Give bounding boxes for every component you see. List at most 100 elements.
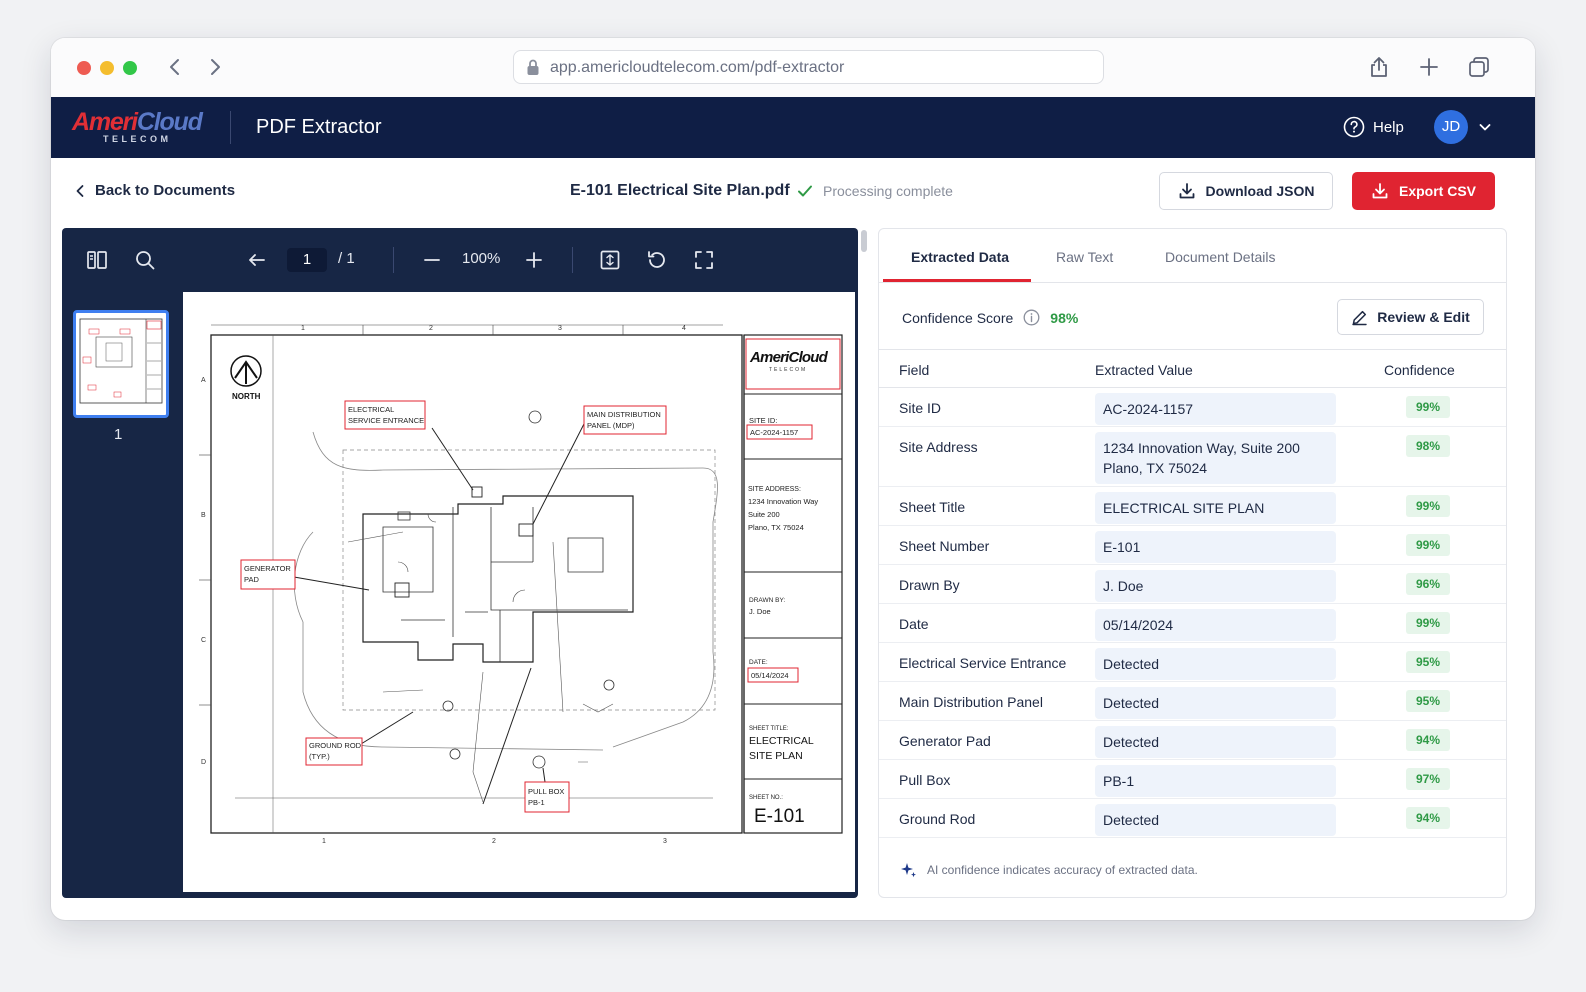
panel-tabs: Extracted Data Raw Text Document Details [879, 229, 1506, 283]
chevron-down-icon[interactable] [1478, 120, 1492, 134]
search-icon[interactable] [133, 248, 157, 272]
fit-page-icon[interactable] [598, 248, 622, 272]
table-row[interactable]: Site Address 1234 Innovation Way, Suite … [879, 427, 1506, 487]
titleblock-logo-cloud: Cloud [789, 349, 829, 366]
zoom-in-icon[interactable] [522, 248, 546, 272]
previous-page-icon[interactable] [245, 248, 269, 272]
page-total: / 1 [338, 250, 355, 267]
user-avatar[interactable]: JD [1434, 110, 1468, 144]
table-row[interactable]: Date 05/14/2024 99% [879, 604, 1506, 643]
field-name: Drawn By [899, 577, 960, 593]
help-icon [1343, 116, 1365, 138]
extracted-value[interactable]: PB-1 [1095, 765, 1336, 797]
lock-icon [527, 59, 539, 75]
page-number-input[interactable]: 1 [287, 248, 327, 272]
confidence-badge: 98% [1406, 435, 1450, 457]
callout-pull-box: PULL BOX [528, 787, 564, 796]
extracted-value[interactable]: E-101 [1095, 531, 1336, 563]
confidence-badge: 94% [1406, 729, 1450, 751]
extracted-value[interactable]: 05/14/2024 [1095, 609, 1336, 641]
logo-text-cloud: Cloud [136, 108, 203, 136]
table-row[interactable]: Main Distribution Panel Detected 95% [879, 682, 1506, 721]
extracted-value[interactable]: AC-2024-1157 [1095, 393, 1336, 425]
review-edit-button[interactable]: Review & Edit [1337, 299, 1484, 335]
pencil-icon [1352, 310, 1367, 325]
titleblock-logo-sub: TELECOM [769, 367, 807, 373]
zoom-out-icon[interactable] [420, 248, 444, 272]
titleblock-sheet-title: SITE PLAN [749, 750, 803, 762]
check-icon [798, 185, 812, 197]
page-thumbnail[interactable] [73, 310, 169, 418]
maximize-window-button[interactable] [123, 61, 137, 75]
titleblock-sheet-title-label: SHEET TITLE: [749, 726, 789, 732]
sidebar-toggle-icon[interactable] [85, 248, 109, 272]
confidence-badge: 99% [1406, 612, 1450, 634]
export-csv-button[interactable]: Export CSV [1352, 172, 1495, 210]
callout-generator-pad: PAD [244, 575, 259, 584]
zoom-level[interactable]: 100% [462, 250, 500, 267]
titleblock-sheet-no-label: SHEET NO.: [749, 795, 783, 801]
table-row[interactable]: Ground Rod Detected 94% [879, 799, 1506, 838]
close-window-button[interactable] [77, 61, 91, 75]
extracted-value[interactable]: J. Doe [1095, 570, 1336, 602]
confidence-badge: 94% [1406, 807, 1450, 829]
url-text: app.americloudtelecom.com/pdf-extractor [550, 59, 845, 76]
confidence-badge: 95% [1406, 690, 1450, 712]
back-to-documents-link[interactable]: Back to Documents [75, 182, 235, 199]
callout-ground-rod: GROUND ROD [309, 741, 362, 750]
extracted-value[interactable]: ELECTRICAL SITE PLAN [1095, 492, 1336, 524]
app-header: AmeriCloud TELECOM PDF Extractor Help JD [51, 97, 1535, 158]
review-edit-label: Review & Edit [1377, 309, 1470, 325]
titleblock-sheet-no: E-101 [754, 806, 805, 827]
field-name: Site ID [899, 400, 942, 416]
splitter-handle[interactable] [861, 230, 867, 252]
field-name: Site Address [899, 439, 978, 455]
share-icon[interactable] [1367, 55, 1391, 79]
new-tab-icon[interactable] [1417, 55, 1441, 79]
info-icon[interactable] [1023, 309, 1040, 326]
download-json-button[interactable]: Download JSON [1159, 172, 1333, 210]
toolbar-divider [572, 247, 573, 273]
titleblock-site-id-label: SITE ID: [749, 416, 777, 425]
titleblock-address-label: SITE ADDRESS: [748, 486, 801, 493]
browser-chrome: app.americloudtelecom.com/pdf-extractor [51, 38, 1535, 97]
forward-icon[interactable] [204, 56, 226, 78]
address-bar[interactable]: app.americloudtelecom.com/pdf-extractor [513, 50, 1104, 84]
tab-raw-text[interactable]: Raw Text [1056, 249, 1113, 265]
americloud-logo[interactable]: AmeriCloud TELECOM [72, 108, 212, 148]
processing-status: Processing complete [797, 183, 953, 199]
help-button[interactable]: Help [1343, 116, 1404, 138]
field-name: Pull Box [899, 772, 951, 788]
help-label: Help [1373, 118, 1404, 136]
extracted-value[interactable]: 1234 Innovation Way, Suite 200 Plano, TX… [1095, 432, 1336, 484]
tab-extracted-data[interactable]: Extracted Data [911, 249, 1009, 265]
titleblock-address: Suite 200 [748, 510, 780, 519]
tabs-icon[interactable] [1467, 55, 1491, 79]
minimize-window-button[interactable] [100, 61, 114, 75]
callout-generator-pad: GENERATOR [244, 564, 291, 573]
browser-window: app.americloudtelecom.com/pdf-extractor … [51, 38, 1535, 920]
fullscreen-icon[interactable] [692, 248, 716, 272]
rotate-icon[interactable] [645, 248, 669, 272]
extracted-value[interactable]: Detected [1095, 648, 1336, 680]
table-row[interactable]: Pull Box PB-1 97% [879, 760, 1506, 799]
extracted-value[interactable]: Detected [1095, 726, 1336, 758]
callout-service-entrance: ELECTRICAL [348, 405, 394, 414]
extracted-value[interactable]: Detected [1095, 687, 1336, 719]
footnote-text: AI confidence indicates accuracy of extr… [927, 863, 1198, 877]
back-icon[interactable] [164, 56, 186, 78]
table-row[interactable]: Generator Pad Detected 94% [879, 721, 1506, 760]
table-row[interactable]: Electrical Service Entrance Detected 95% [879, 643, 1506, 682]
table-row[interactable]: Sheet Number E-101 99% [879, 526, 1506, 565]
grid-row-label: D [201, 759, 206, 766]
table-row[interactable]: Site ID AC-2024-1157 99% [879, 388, 1506, 427]
column-header-confidence: Confidence [1384, 362, 1455, 378]
tab-document-details[interactable]: Document Details [1165, 249, 1276, 265]
app-title: PDF Extractor [256, 116, 382, 138]
table-row[interactable]: Drawn By J. Doe 96% [879, 565, 1506, 604]
viewer-toolbar: 1 / 1 100% [62, 228, 858, 292]
chevron-left-icon [76, 184, 84, 197]
table-row[interactable]: Sheet Title ELECTRICAL SITE PLAN 99% [879, 487, 1506, 526]
field-name: Sheet Title [899, 499, 966, 515]
extracted-value[interactable]: Detected [1095, 804, 1336, 836]
